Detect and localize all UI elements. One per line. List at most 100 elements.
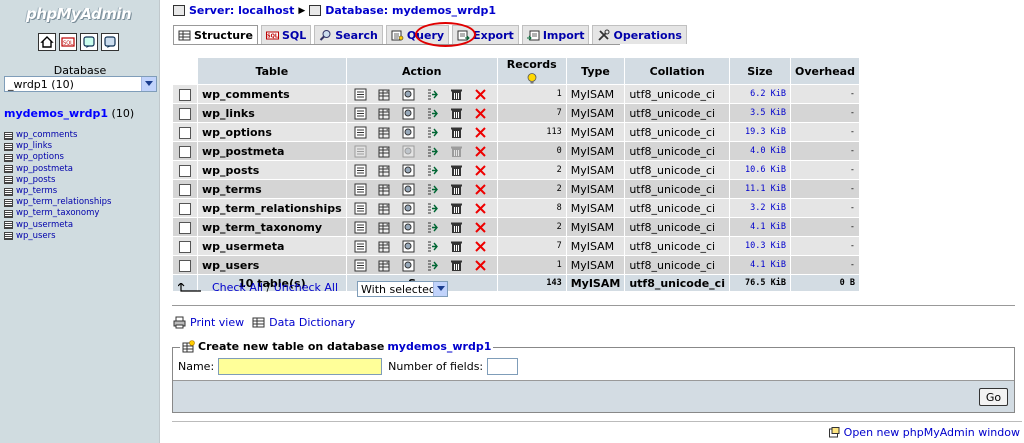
empty-icon[interactable] xyxy=(447,163,467,177)
structure-icon[interactable] xyxy=(375,239,395,253)
empty-icon[interactable] xyxy=(447,220,467,234)
search-icon[interactable] xyxy=(399,125,419,139)
insert-icon[interactable] xyxy=(423,144,443,158)
empty-icon[interactable] xyxy=(447,144,467,158)
phpmyadmin-logo[interactable]: phpMyAdmin xyxy=(26,5,132,23)
table-list-item[interactable]: wp_users xyxy=(4,231,111,242)
drop-icon[interactable] xyxy=(471,106,491,120)
table-list-link[interactable]: wp_options xyxy=(16,152,64,163)
search-icon[interactable] xyxy=(399,258,419,272)
structure-icon[interactable] xyxy=(375,258,395,272)
table-list-link[interactable]: wp_posts xyxy=(16,175,55,186)
table-list-link[interactable]: wp_postmeta xyxy=(16,164,73,175)
table-list-link[interactable]: wp_term_taxonomy xyxy=(16,208,99,219)
table-name[interactable]: wp_postmeta xyxy=(198,142,346,160)
database-select[interactable]: _wrdp1 (10) xyxy=(4,76,157,92)
browse-icon[interactable] xyxy=(351,106,371,120)
table-icon[interactable] xyxy=(4,131,13,140)
home-icon[interactable] xyxy=(38,33,56,51)
tab-structure[interactable]: Structure xyxy=(173,25,258,45)
table-list-item[interactable]: wp_postmeta xyxy=(4,164,111,175)
table-list-link[interactable]: wp_users xyxy=(16,231,56,242)
table-name[interactable]: wp_users xyxy=(198,256,346,274)
size-cell[interactable]: 11.1 KiB xyxy=(729,180,790,198)
drop-icon[interactable] xyxy=(471,239,491,253)
table-icon[interactable] xyxy=(4,176,13,185)
table-name[interactable]: wp_terms xyxy=(198,180,346,198)
print-icon[interactable] xyxy=(173,316,186,329)
drop-icon[interactable] xyxy=(471,258,491,272)
search-icon[interactable] xyxy=(399,163,419,177)
row-checkbox[interactable] xyxy=(179,164,191,177)
size-cell[interactable]: 3.2 KiB xyxy=(729,199,790,217)
search-icon[interactable] xyxy=(399,106,419,120)
search-icon[interactable] xyxy=(399,201,419,215)
drop-icon[interactable] xyxy=(471,163,491,177)
sql-icon[interactable]: SQL xyxy=(59,33,77,51)
table-icon[interactable] xyxy=(4,165,13,174)
overhead-column-header[interactable]: Overhead xyxy=(790,58,859,84)
table-icon[interactable] xyxy=(4,209,13,218)
table-icon[interactable] xyxy=(4,198,13,207)
table-icon[interactable] xyxy=(4,232,13,241)
empty-icon[interactable] xyxy=(447,239,467,253)
table-icon[interactable] xyxy=(4,187,13,196)
insert-icon[interactable] xyxy=(423,87,443,101)
table-name-input[interactable] xyxy=(218,358,383,375)
docs-icon[interactable] xyxy=(101,33,119,51)
uncheck-all-link[interactable]: Uncheck All xyxy=(274,281,338,294)
table-list-link[interactable]: wp_links xyxy=(16,141,52,152)
insert-icon[interactable] xyxy=(423,125,443,139)
table-name[interactable]: wp_term_relationships xyxy=(198,199,346,217)
query-window-icon[interactable] xyxy=(80,33,98,51)
new-window-icon[interactable] xyxy=(828,427,840,438)
browse-icon[interactable] xyxy=(351,220,371,234)
breadcrumb-database[interactable]: Database: mydemos_wrdp1 xyxy=(325,4,496,17)
data-dictionary-icon[interactable] xyxy=(252,316,265,329)
drop-icon[interactable] xyxy=(471,220,491,234)
size-cell[interactable]: 4.1 KiB xyxy=(729,256,790,274)
row-checkbox[interactable] xyxy=(179,107,191,120)
table-name[interactable]: wp_options xyxy=(198,123,346,141)
tab-search[interactable]: Search xyxy=(314,25,383,44)
table-list-item[interactable]: wp_options xyxy=(4,152,111,163)
row-checkbox[interactable] xyxy=(179,183,191,196)
table-list-item[interactable]: wp_links xyxy=(4,141,111,152)
type-column-header[interactable]: Type xyxy=(566,58,625,84)
empty-icon[interactable] xyxy=(447,87,467,101)
table-name[interactable]: wp_term_taxonomy xyxy=(198,218,346,236)
empty-icon[interactable] xyxy=(447,106,467,120)
table-column-header[interactable]: Table xyxy=(198,58,346,84)
row-checkbox[interactable] xyxy=(179,126,191,139)
table-name[interactable]: wp_comments xyxy=(198,85,346,103)
search-icon[interactable] xyxy=(399,220,419,234)
table-list-item[interactable]: wp_posts xyxy=(4,175,111,186)
with-selected-dropdown[interactable]: With selected: xyxy=(357,281,448,297)
table-icon[interactable] xyxy=(4,153,13,162)
table-list-item[interactable]: wp_usermeta xyxy=(4,220,111,231)
browse-icon[interactable] xyxy=(351,182,371,196)
empty-icon[interactable] xyxy=(447,201,467,215)
tab-sql[interactable]: SQL SQL xyxy=(260,25,312,44)
table-list-item[interactable]: wp_term_taxonomy xyxy=(4,208,111,219)
table-list-item[interactable]: wp_terms xyxy=(4,186,111,197)
insert-icon[interactable] xyxy=(423,182,443,196)
number-of-fields-input[interactable] xyxy=(487,358,519,375)
table-icon[interactable] xyxy=(4,221,13,230)
drop-icon[interactable] xyxy=(471,201,491,215)
row-checkbox[interactable] xyxy=(179,145,191,158)
row-checkbox[interactable] xyxy=(179,259,191,272)
browse-icon[interactable] xyxy=(351,239,371,253)
insert-icon[interactable] xyxy=(423,163,443,177)
structure-icon[interactable] xyxy=(375,125,395,139)
table-list-link[interactable]: wp_usermeta xyxy=(16,220,73,231)
size-cell[interactable]: 4.0 KiB xyxy=(729,142,790,160)
tab-import[interactable]: Import xyxy=(521,25,590,44)
structure-icon[interactable] xyxy=(375,201,395,215)
chevron-down-icon[interactable] xyxy=(433,282,447,296)
tab-operations[interactable]: Operations xyxy=(592,25,687,44)
browse-icon[interactable] xyxy=(351,87,371,101)
browse-icon[interactable] xyxy=(351,201,371,215)
insert-icon[interactable] xyxy=(423,220,443,234)
drop-icon[interactable] xyxy=(471,182,491,196)
